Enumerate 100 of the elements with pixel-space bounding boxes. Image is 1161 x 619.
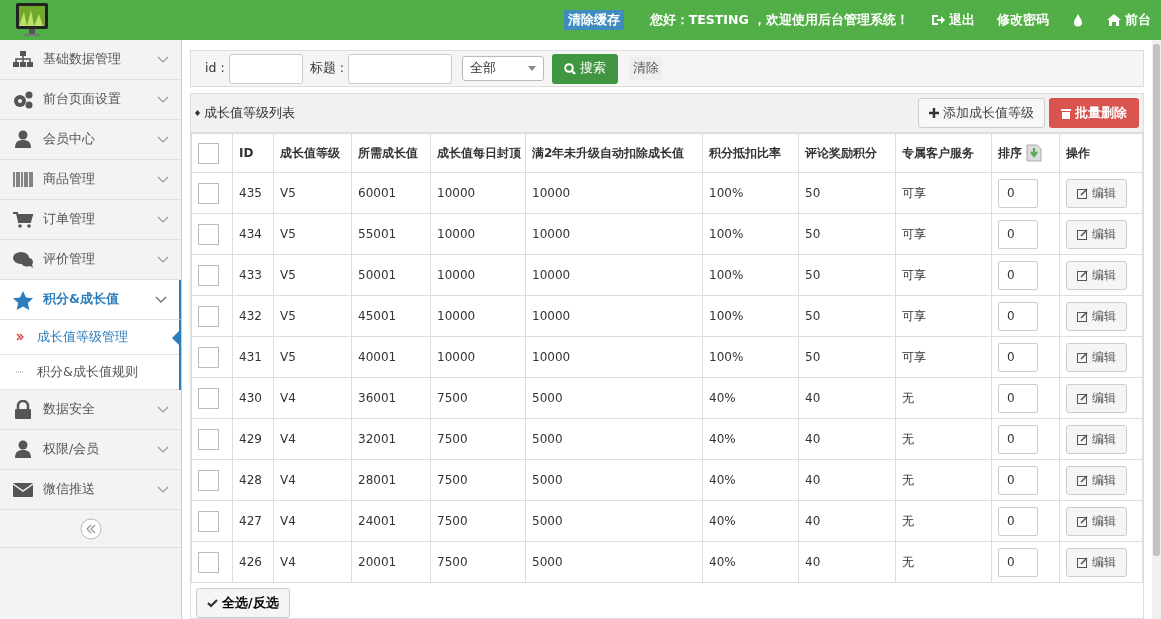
sidebar-item[interactable]: 权限/会员: [0, 430, 181, 470]
sort-field[interactable]: 0: [998, 178, 1038, 208]
select-all-checkbox[interactable]: [198, 142, 219, 164]
search-button[interactable]: 搜索: [551, 53, 618, 84]
batch-delete-button[interactable]: 批量删除: [1049, 98, 1139, 128]
table-cell: 50: [805, 268, 821, 282]
edit-icon: [1077, 269, 1088, 281]
row-checkbox[interactable]: [198, 387, 219, 409]
edit-icon: [1077, 433, 1088, 445]
row-checkbox[interactable]: [198, 264, 219, 286]
clear-cache-button[interactable]: 清除缓存: [563, 9, 624, 31]
edit-button[interactable]: 编辑: [1066, 465, 1127, 495]
edit-button[interactable]: 编辑: [1066, 424, 1127, 454]
table-cell: 435: [239, 186, 262, 200]
table-cell: 32001: [358, 432, 397, 446]
row-checkbox[interactable]: [198, 346, 219, 368]
table-cell: 5000: [532, 432, 563, 446]
edit-button[interactable]: 编辑: [1066, 547, 1127, 577]
table-cell: 无: [902, 555, 914, 569]
edit-button[interactable]: 编辑: [1066, 260, 1127, 290]
sort-field[interactable]: 0: [998, 547, 1038, 577]
user-icon: [12, 129, 34, 150]
row-checkbox[interactable]: [198, 551, 219, 573]
sort-field[interactable]: 0: [998, 465, 1038, 495]
table-cell: V5: [280, 350, 296, 364]
table-cell: 7500: [437, 473, 468, 487]
chevron-icon: [155, 295, 167, 304]
table-cell: 50: [805, 350, 821, 364]
star-icon: [12, 289, 34, 310]
table-cell: 可享: [902, 309, 926, 323]
table-cell: 50: [805, 227, 821, 241]
sidebar-item[interactable]: 微信推送: [0, 470, 181, 510]
row-checkbox[interactable]: [198, 182, 219, 204]
table-cell: 36001: [358, 391, 397, 405]
row-checkbox[interactable]: [198, 223, 219, 245]
table-cell: V4: [280, 514, 296, 528]
table-cell: 10000: [532, 350, 571, 364]
edit-button[interactable]: 编辑: [1066, 342, 1127, 372]
trash-icon: [1061, 107, 1071, 119]
sidebar-item[interactable]: 基础数据管理: [0, 40, 181, 80]
sort-field[interactable]: 0: [998, 219, 1038, 249]
title-field[interactable]: [347, 53, 452, 84]
submenu-item[interactable]: 成长值等级管理: [0, 320, 179, 355]
sort-field[interactable]: 0: [998, 383, 1038, 413]
sort-field[interactable]: 0: [998, 506, 1038, 536]
edit-button[interactable]: 编辑: [1066, 301, 1127, 331]
row-checkbox[interactable]: [198, 510, 219, 532]
sidebar-item[interactable]: 前台页面设置: [0, 80, 181, 120]
theme-button[interactable]: [1071, 13, 1085, 27]
row-checkbox[interactable]: [198, 305, 219, 327]
select-all-button[interactable]: 全选/反选: [196, 588, 290, 618]
table-cell: V4: [280, 391, 296, 405]
table-cell: 可享: [902, 350, 926, 364]
sidebar-item[interactable]: 数据安全: [0, 390, 181, 430]
sort-field[interactable]: 0: [998, 260, 1038, 290]
row-checkbox[interactable]: [198, 428, 219, 450]
table-cell: 7500: [437, 514, 468, 528]
table-cell: 无: [902, 473, 914, 487]
id-field[interactable]: [228, 53, 303, 84]
table-cell: 28001: [358, 473, 397, 487]
table-cell: 45001: [358, 309, 397, 323]
edit-button[interactable]: 编辑: [1066, 178, 1127, 208]
table-cell: 428: [239, 473, 262, 487]
chevron-icon: [157, 405, 169, 414]
edit-button[interactable]: 编辑: [1066, 506, 1127, 536]
sidebar-item[interactable]: 会员中心: [0, 120, 181, 160]
column-header: 评论奖励积分: [805, 146, 877, 160]
column-header: 成长值每日封顶: [437, 146, 521, 160]
sidebar-item[interactable]: 订单管理: [0, 200, 181, 240]
sidebar-item[interactable]: 商品管理: [0, 160, 181, 200]
table-cell: 55001: [358, 227, 397, 241]
sidebar-item[interactable]: 积分&成长值: [0, 280, 181, 320]
title-label: 标题 :: [309, 59, 344, 78]
edit-button[interactable]: 编辑: [1066, 219, 1127, 249]
sort-field[interactable]: 0: [998, 342, 1038, 372]
table-cell: 100%: [709, 227, 744, 241]
table-cell: 40%: [709, 555, 736, 569]
table-cell: 10000: [437, 268, 476, 282]
status-select[interactable]: 全部: [461, 56, 544, 81]
chevron-icon: [157, 485, 169, 494]
table-cell: 40%: [709, 432, 736, 446]
table-cell: 5000: [532, 514, 563, 528]
scrollbar[interactable]: [1153, 44, 1160, 556]
submenu-item[interactable]: 积分&成长值规则: [0, 355, 179, 390]
logout-icon: [931, 13, 945, 27]
clear-button[interactable]: 清除: [629, 57, 662, 80]
table-cell: 可享: [902, 186, 926, 200]
table-cell: 100%: [709, 350, 744, 364]
edit-button[interactable]: 编辑: [1066, 383, 1127, 413]
add-level-button[interactable]: 添加成长值等级: [918, 98, 1045, 128]
row-checkbox[interactable]: [198, 469, 219, 491]
column-header: 操作: [1066, 146, 1090, 160]
sort-field[interactable]: 0: [998, 301, 1038, 331]
table-cell: V5: [280, 227, 296, 241]
table-cell: 20001: [358, 555, 397, 569]
table-cell: 40%: [709, 391, 736, 405]
sort-field[interactable]: 0: [998, 424, 1038, 454]
column-header: 积分抵扣比率: [709, 146, 781, 160]
table-cell: 40: [805, 432, 821, 446]
table-cell: 426: [239, 555, 262, 569]
